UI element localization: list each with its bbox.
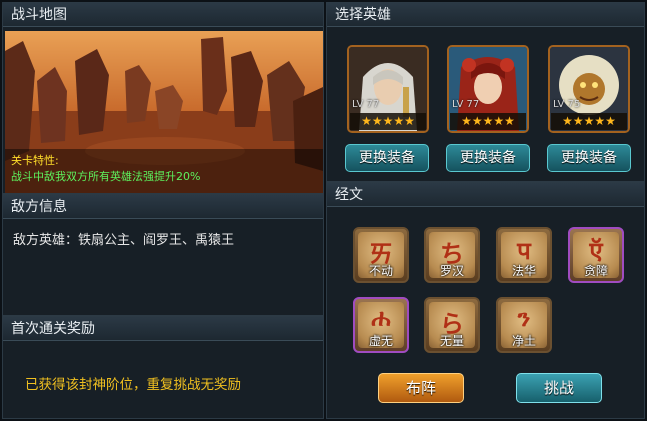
scripture-item-tanzhang[interactable]: ऍ 贪障 xyxy=(568,227,624,283)
scripture-item-wuliang[interactable]: ら 无量 xyxy=(424,297,480,353)
scripture-item-fahua[interactable]: प 法华 xyxy=(496,227,552,283)
hero-star-rating: ★★★★★ xyxy=(551,113,627,130)
first-clear-reward-header: 首次通关奖励 xyxy=(3,317,323,341)
stage-feature-box: 关卡特性: 战斗中敌我双方所有英雄法强提升20% xyxy=(5,149,323,193)
hero-level: LV 75 xyxy=(553,99,581,110)
scripture-item-luohan[interactable]: ち 罗汉 xyxy=(424,227,480,283)
enemy-heroes-text: 敌方英雄：铁扇公主、阎罗王、禹猿王 xyxy=(13,233,235,248)
reward-status-text: 已获得该封神阶位，重复挑战无奖励 xyxy=(25,377,241,393)
scripture-name: 无量 xyxy=(439,334,464,348)
scripture-name: 虚无 xyxy=(368,334,393,348)
change-equipment-button-2[interactable]: 更换装备 xyxy=(446,144,530,172)
formation-button[interactable]: 布阵 xyxy=(378,373,464,403)
hero-slot-3[interactable]: LV 75 ★★★★★ xyxy=(548,45,630,133)
scripture-item-jingtu[interactable]: ን 净土 xyxy=(496,297,552,353)
hero-star-rating: ★★★★★ xyxy=(350,113,426,130)
scripture-item-xuwu[interactable]: ሐ 虚无 xyxy=(353,297,409,353)
scripture-item-budong[interactable]: ㄞ 不动 xyxy=(353,227,409,283)
enemy-info-header: 敌方信息 xyxy=(3,195,323,219)
sanskrit-glyph-icon: ሐ xyxy=(371,304,391,332)
enemy-info-panel: 敌方信息 敌方英雄：铁扇公主、阎罗王、禹猿王 xyxy=(2,194,324,316)
stage-feature-text: 战斗中敌我双方所有英雄法强提升20% xyxy=(11,170,201,183)
scripture-name: 法华 xyxy=(511,264,536,278)
change-equipment-button-3[interactable]: 更换装备 xyxy=(547,144,631,172)
hero-slot-1[interactable]: LV 77 ★★★★★ xyxy=(347,45,429,133)
hero-select-header: 选择英雄 xyxy=(327,3,644,27)
hero-select-panel: 选择英雄 LV 77 ★★★★★ LV 77 ★★★★★ LV 75 ★★★★★… xyxy=(326,2,645,182)
change-equipment-button-1[interactable]: 更换装备 xyxy=(345,144,429,172)
scripture-name: 不动 xyxy=(368,264,393,278)
challenge-button[interactable]: 挑战 xyxy=(516,373,602,403)
battle-map-header: 战斗地图 xyxy=(3,3,323,27)
scripture-name: 净土 xyxy=(511,334,536,348)
scripture-header: 经文 xyxy=(327,183,644,207)
battle-map-panel: 战斗地图 关卡特性: 战斗中敌我双方所有英雄法强提升20% xyxy=(2,2,324,194)
scripture-name: 罗汉 xyxy=(439,264,464,278)
sanskrit-glyph-icon: ን xyxy=(517,304,531,332)
scripture-name: 贪障 xyxy=(583,264,608,278)
stage-feature-title: 关卡特性: xyxy=(11,154,59,167)
hero-slot-2[interactable]: LV 77 ★★★★★ xyxy=(447,45,529,133)
first-clear-reward-panel: 首次通关奖励 已获得该封神阶位，重复挑战无奖励 xyxy=(2,316,324,419)
hero-star-rating: ★★★★★ xyxy=(450,113,526,130)
hero-level: LV 77 xyxy=(352,99,380,110)
hero-level: LV 77 xyxy=(452,99,480,110)
